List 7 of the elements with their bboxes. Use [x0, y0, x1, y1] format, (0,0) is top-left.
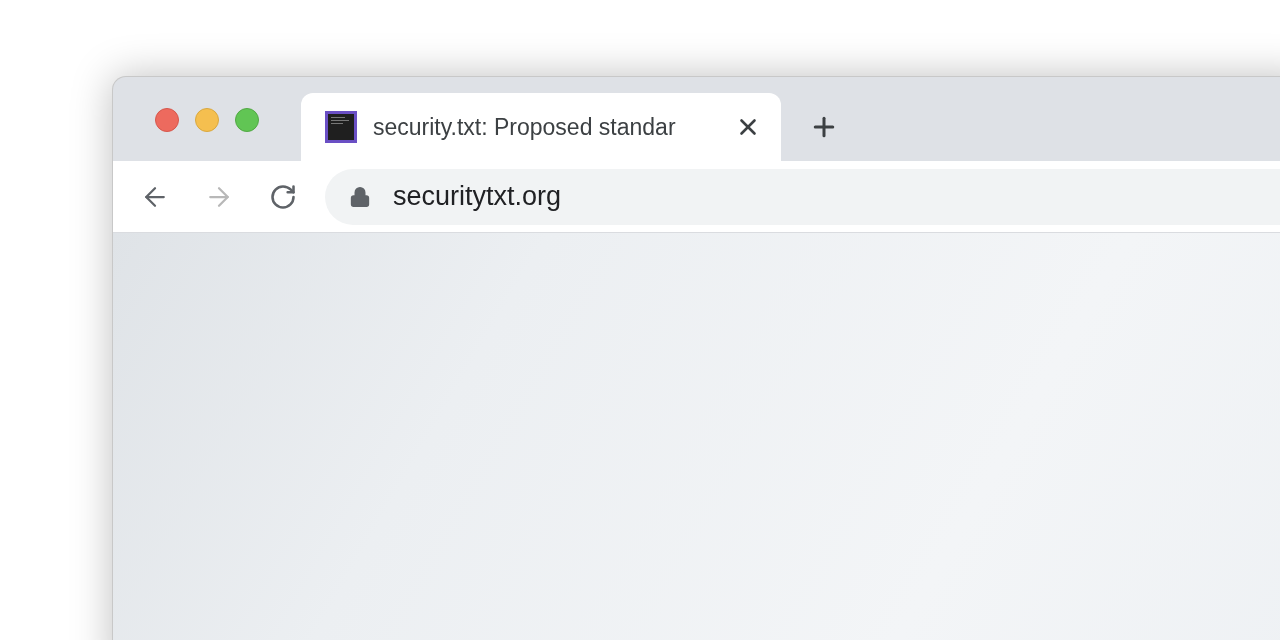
close-window-icon[interactable] [155, 108, 179, 132]
url-text: securitytxt.org [393, 180, 562, 214]
address-bar[interactable]: securitytxt.org [325, 168, 1280, 225]
reload-icon [269, 182, 297, 211]
tab-title: security.txt: Proposed standar [373, 112, 677, 142]
favicon-icon [325, 111, 357, 143]
browser-tab[interactable]: security.txt: Proposed standar [301, 93, 781, 161]
